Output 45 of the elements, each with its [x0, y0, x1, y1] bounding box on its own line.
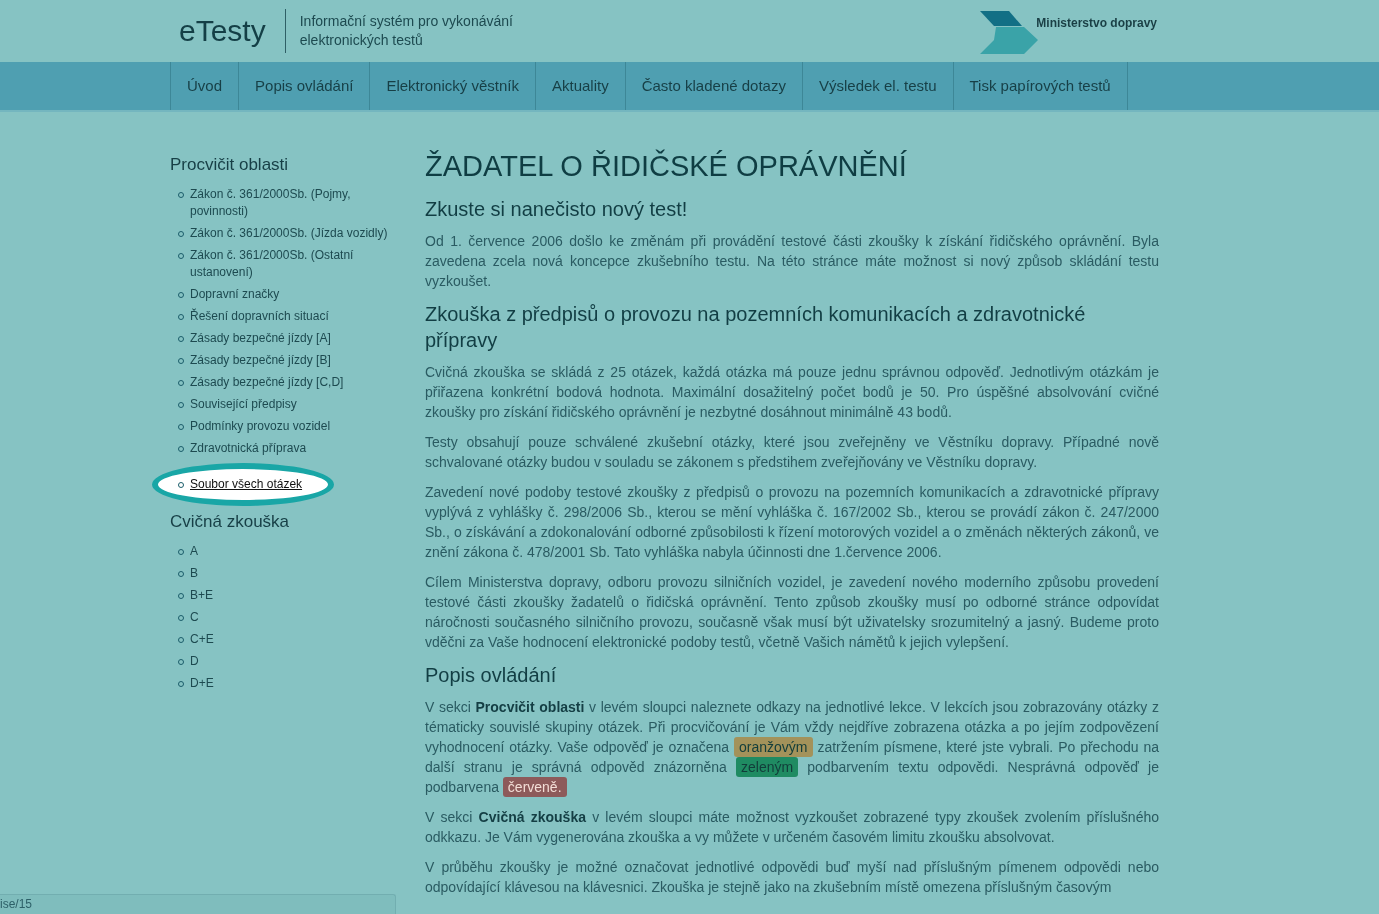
nav-link[interactable]: Popis ovládání — [239, 62, 371, 110]
body-paragraph: V sekci Cvičná zkouška v levém sloupci máte možnost vyzkoušet zobrazené typy zkoušek zvolením příslušného odkkazu. Je Vám vygenerována zkouška a vy můžete v určeném časovém limitu zkoušku absolvovat. — [425, 808, 1159, 847]
nav-link[interactable]: Tisk papírových testů — [953, 62, 1128, 110]
sidebar-link[interactable]: Řešení dopravních situací — [190, 308, 394, 325]
site-subtitle: Informační systém pro vykonávání elektronických testů — [299, 12, 514, 50]
sidebar-link[interactable]: Související předpisy — [190, 396, 394, 413]
sidebar-link[interactable]: Podmínky provozu vozidel — [190, 418, 394, 435]
sidebar-link[interactable]: Zásady bezpečné jízdy [B] — [190, 352, 394, 369]
body-paragraph: Od 1. července 2006 došlo ke změnám při provádění testové části zkoušky k získání řidičského oprávnění. Byla zavedena zcela nová koncepce zkušebního testu. Na této stránce máte možnost si nový způsob skládání testu vyzkoušet. — [425, 232, 1159, 291]
sidebar-link[interactable]: C — [190, 609, 394, 626]
body-paragraph: Cvičná zkouška se skládá z 25 otázek, každá otázka má pouze jednu správnou odpověď. Jednotlivým otázkám je přiřazena konkrétní bodová hodnota. Maximální dosažitelný počet bodů je 50. Pro úspěšné absolvování cvičné zkoušky pro získání řidičského oprávnění je nezbytné dosáhnout minimálně 43 bodů. — [425, 363, 1159, 422]
nav-link[interactable]: Aktuality — [536, 62, 626, 110]
section-heading: Popis ovládání — [425, 663, 558, 688]
sidebar-link[interactable]: A — [190, 543, 394, 560]
body-paragraph: Cílem Ministerstva dopravy, odboru provozu silničních vozidel, je zavedení nového moderního způsobu provedení testové části zkoušky žadatelů o řidičská oprávnění. Tento způsob zkoušky musí po odborné stránce odpovídat náročnosti současného silničního provozu, současně však musí být uživatelsky srozumitelný a jasný. Budeme proto vděčni za Vaše hodnocení elektronické podoby testů, včetně Vašich námětů k jejich vylepšení. — [425, 573, 1159, 652]
sidebar-link[interactable]: Zákon č. 361/2000Sb. (Jízda vozidly) — [190, 225, 394, 242]
nav-link[interactable]: Úvod — [171, 62, 240, 110]
sidebar-link[interactable]: B — [190, 565, 394, 582]
sidebar-link[interactable]: D — [190, 653, 394, 670]
sidebar-link[interactable]: Zásady bezpečné jízdy [C,D] — [190, 374, 394, 391]
sidebar-heading: Procvičit oblasti — [170, 154, 290, 176]
section-heading: Zkuste si nanečisto nový test! — [425, 197, 689, 222]
nav-link[interactable]: Elektronický věstník — [370, 62, 536, 110]
sidebar-link[interactable]: Soubor všech otázek — [190, 476, 394, 493]
nav-link[interactable]: Výsledek el. testu — [802, 62, 954, 110]
site-logo[interactable]: eTesty — [179, 13, 266, 49]
section-heading: Zkouška z předpisů o provozu na pozemních komunikacích a zdravotnické přípravy — [425, 302, 1087, 353]
body-paragraph: Zavedení nové podoby testové zkoušky z předpisů o provozu na pozemních komunikacích a zdravotnické přípravy vyplývá z vyhlášky č. 298/2006 Sb., kterou se mění vyhláška č. 167/2002 Sb., kterou se provádí zákon č. 247/2000 Sb., o získávání a zdokonalování odborné způsobilosti k řízení motorových vozidel a o změnách některých zákonů, ve znění zákona č. 478/2001 Sb. Tato vyhláška nabyla účinnosti dne 1.července 2006. — [425, 483, 1159, 562]
ministry-name: Ministerstvo dopravy — [1036, 15, 1157, 31]
sidebar-link[interactable]: D+E — [190, 675, 394, 692]
sidebar-link[interactable]: Dopravní značky — [190, 286, 394, 303]
body-paragraph: Testy obsahují pouze schválené zkušební otázky, které jsou zveřejněny ve Věstníku dopravy. Případné nově schvalované otázky budou v souladu se zákonem s předstihem zveřejňovány ve Věstníku dopravy. — [425, 433, 1159, 472]
page-title: ŽADATEL O ŘIDIČSKÉ OPRÁVNĚNÍ — [425, 148, 908, 184]
sidebar-link[interactable]: Zásady bezpečné jízdy [A] — [190, 330, 394, 347]
sidebar-link[interactable]: B+E — [190, 587, 394, 604]
body-paragraph: V sekci Procvičit oblasti v levém sloupci naleznete odkazy na jednotlivé lekce. V lekcích jsou zobrazovány otázky z tématicky souvislé skupiny otázek. Při procvičování je Vám vždy nejdříve zobrazena otázka a po jejím zodpovězení vyhodnocení otázky. Vaše odpověď je označena oranžovým zatržením písmene, které jste vybrali. Po přechodu na další stranu je správná odpověd znázorněna zeleným podbarvením textu odpovědi. Nesprávná odpověď je podbarvena červeně. — [425, 698, 1159, 797]
sidebar-link[interactable]: C+E — [190, 631, 394, 648]
nav-link[interactable]: Často kladené dotazy — [625, 62, 803, 110]
sidebar-link[interactable]: Zdravotnická příprava — [190, 440, 394, 457]
status-bar-text: ise/15 — [0, 896, 34, 913]
ministry-logo-icon — [980, 11, 1039, 55]
sidebar-heading: Cvičná zkouška — [170, 511, 291, 533]
sidebar-link[interactable]: Zákon č. 361/2000Sb. (Ostatní ustanovení) — [190, 247, 394, 281]
sidebar-link[interactable]: Zákon č. 361/2000Sb. (Pojmy, povinnosti) — [190, 186, 394, 220]
body-paragraph: V průběhu zkoušky je možné označovat jednotlivé odpovědi buď myší nad příslušným pímenem odpovědi nebo odpovídající klávesou na klávesnici. Zkouška je stejně jako na zkušebním místě omezena příslušným časovým — [425, 858, 1159, 897]
